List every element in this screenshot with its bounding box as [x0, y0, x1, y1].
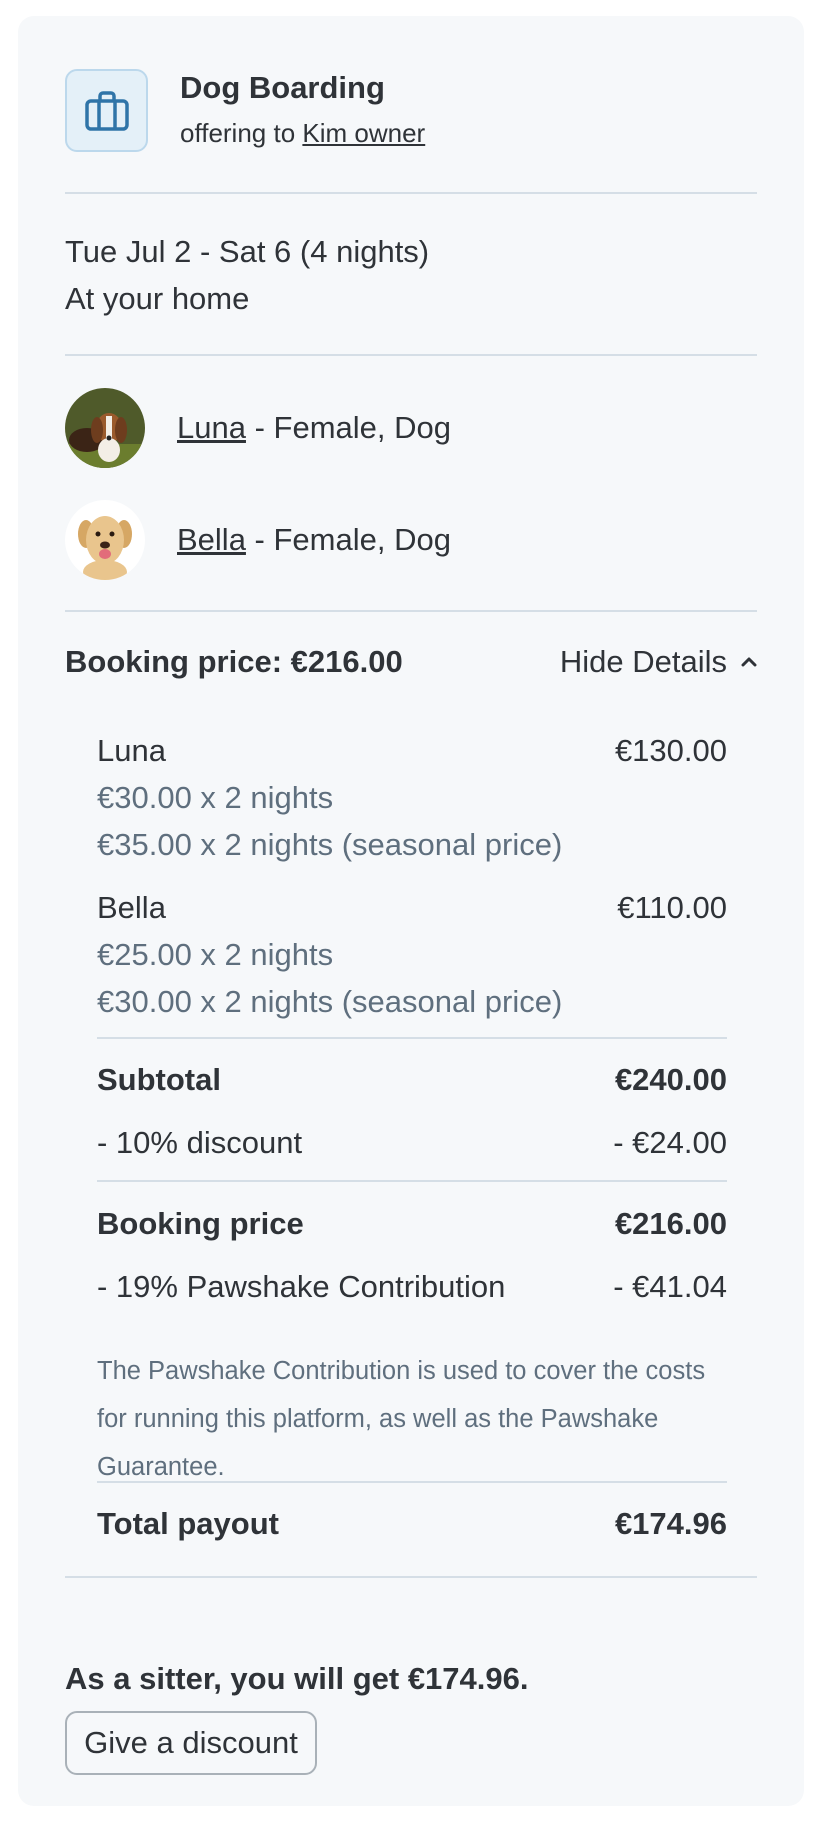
sitter-summary: As a sitter, you will get €174.96.	[65, 1661, 529, 1696]
total-payout-label: Total payout	[97, 1506, 279, 1541]
discount-value: - €24.00	[613, 1125, 727, 1160]
hide-details-label: Hide Details	[559, 644, 727, 679]
subtotal-value: €240.00	[614, 1062, 727, 1097]
contribution-row: - 19% Pawshake Contribution - €41.04	[97, 1269, 727, 1305]
price-detail-line: €25.00 x 2 nights	[97, 937, 727, 973]
divider	[97, 1180, 727, 1182]
pet-details: - Female, Dog	[245, 410, 451, 445]
offering-line: offering to Kim owner	[180, 118, 425, 149]
briefcase-icon	[65, 69, 148, 152]
contribution-note: The Pawshake Contribution is used to cov…	[97, 1357, 706, 1481]
pet-link-luna[interactable]: Luna	[177, 410, 246, 445]
subtotal-row: Subtotal €240.00	[97, 1062, 727, 1098]
pet-row-luna: Luna - Female, Dog	[65, 388, 451, 468]
pet-row-bella: Bella - Female, Dog	[65, 500, 451, 580]
price-detail-text: €30.00 x 2 nights (seasonal price)	[97, 984, 563, 1019]
divider	[65, 354, 757, 356]
discount-row: - 10% discount - €24.00	[97, 1125, 727, 1161]
stay-dates: Tue Jul 2 - Sat 6 (4 nights)	[65, 234, 430, 269]
booking-price-label: Booking price	[97, 1206, 304, 1241]
price-detail-line: €35.00 x 2 nights (seasonal price)	[97, 827, 727, 863]
owner-link[interactable]: Kim owner	[302, 118, 425, 148]
pet-link-bella[interactable]: Bella	[177, 522, 246, 557]
total-payout-row: Total payout €174.96	[97, 1506, 727, 1542]
booking-details-card: Dog Boarding offering to Kim owner Tue J…	[18, 16, 804, 1806]
pet-details: - Female, Dog	[245, 522, 451, 557]
bella-avatar	[65, 500, 145, 580]
service-title: Dog Boarding	[180, 70, 385, 105]
booking-price-heading: Booking price: €216.00	[65, 644, 403, 679]
pet-price-name: Bella	[97, 890, 166, 925]
divider	[65, 192, 757, 194]
divider	[97, 1037, 727, 1039]
pet-info: Bella - Female, Dog	[177, 522, 451, 558]
contribution-value: - €41.04	[613, 1269, 727, 1304]
price-detail-text: €25.00 x 2 nights	[97, 937, 334, 972]
give-discount-button[interactable]: Give a discount	[65, 1711, 317, 1775]
pet-price-row: Bella €110.00	[97, 890, 727, 926]
price-detail-line: €30.00 x 2 nights	[97, 780, 727, 816]
price-detail-line: €30.00 x 2 nights (seasonal price)	[97, 984, 727, 1020]
luna-avatar	[65, 388, 145, 468]
discount-label: - 10% discount	[97, 1125, 303, 1160]
booking-price-row: Booking price €216.00	[97, 1206, 727, 1242]
chevron-up-icon	[741, 657, 757, 667]
pet-price-amount: €130.00	[614, 733, 727, 768]
price-detail-text: €30.00 x 2 nights	[97, 780, 334, 815]
pet-info: Luna - Female, Dog	[177, 410, 451, 446]
price-detail-text: €35.00 x 2 nights (seasonal price)	[97, 827, 563, 862]
divider	[65, 1576, 757, 1578]
contribution-label: - 19% Pawshake Contribution	[97, 1269, 506, 1304]
subtotal-label: Subtotal	[97, 1062, 221, 1097]
divider	[97, 1481, 727, 1483]
pet-price-name: Luna	[97, 733, 166, 768]
booking-price-value: €216.00	[614, 1206, 727, 1241]
total-payout-value: €174.96	[614, 1506, 727, 1541]
stay-location: At your home	[65, 281, 250, 316]
pet-price-row: Luna €130.00	[97, 733, 727, 769]
offering-prefix: offering to	[180, 118, 303, 148]
hide-details-toggle[interactable]: Hide Details	[560, 644, 757, 680]
divider	[65, 610, 757, 612]
pet-price-amount: €110.00	[617, 890, 727, 925]
stay-info: Tue Jul 2 - Sat 6 (4 nights) At your hom…	[65, 228, 429, 322]
